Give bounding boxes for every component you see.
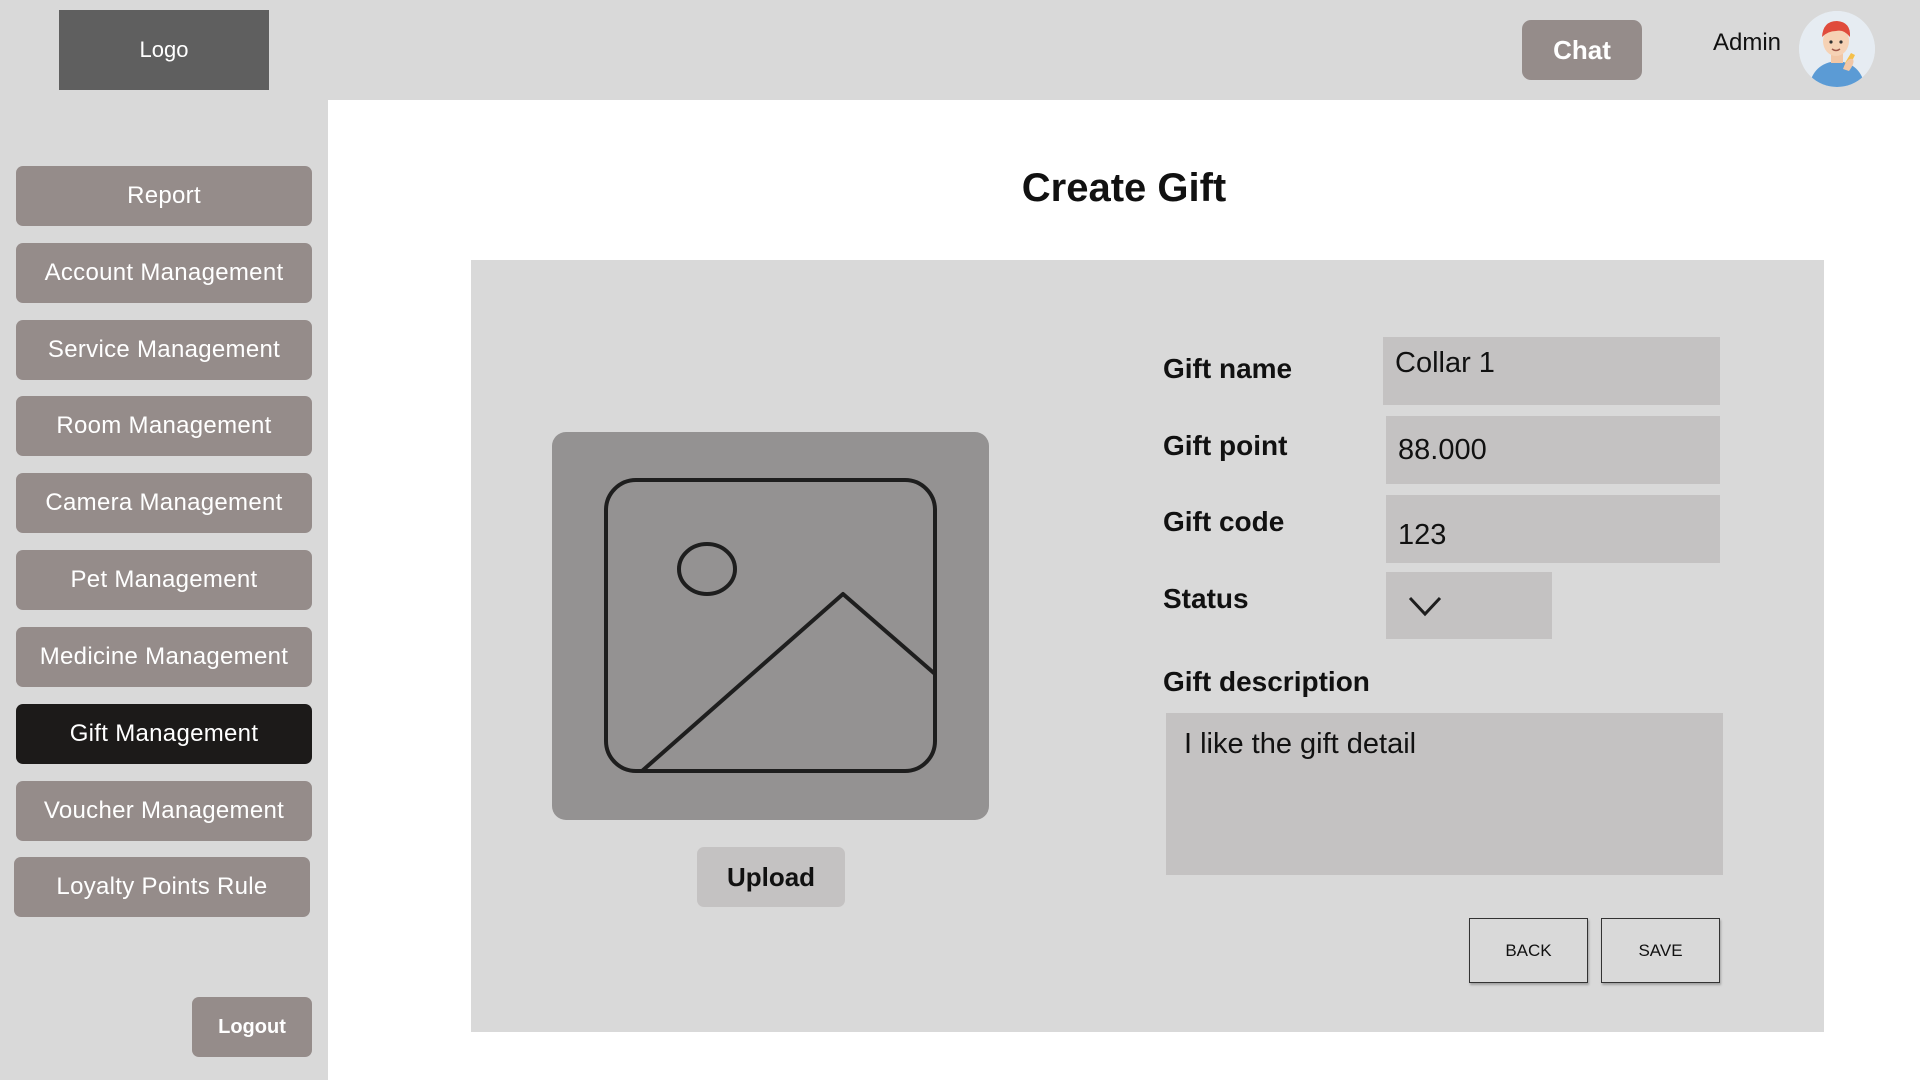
gift-name-label: Gift name xyxy=(1163,353,1293,384)
sidebar-item-pet-management[interactable]: Pet Management xyxy=(16,550,312,610)
logo: Logo xyxy=(59,10,269,90)
logout-button[interactable]: Logout xyxy=(192,997,312,1057)
save-button[interactable]: SAVE xyxy=(1601,918,1720,983)
gift-description-label: Gift description xyxy=(1163,666,1370,697)
gift-code-input[interactable]: 123 xyxy=(1386,495,1720,563)
sidebar-item-voucher-management[interactable]: Voucher Management xyxy=(16,781,312,841)
sidebar-item-account-management[interactable]: Account Management xyxy=(16,243,312,303)
sidebar-item-room-management[interactable]: Room Management xyxy=(16,396,312,456)
status-label: Status xyxy=(1163,583,1249,614)
gift-point-label: Gift point xyxy=(1163,430,1288,461)
gift-code-label: Gift code xyxy=(1163,506,1285,537)
sidebar-item-medicine-management[interactable]: Medicine Management xyxy=(16,627,312,687)
user-name: Admin xyxy=(1713,29,1782,56)
image-placeholder-icon xyxy=(604,478,937,773)
chevron-down-icon xyxy=(1408,596,1442,617)
gift-point-input[interactable]: 88.000 xyxy=(1386,416,1720,484)
status-select[interactable] xyxy=(1386,572,1552,639)
sidebar-item-gift-management[interactable]: Gift Management xyxy=(16,704,312,764)
chat-button[interactable]: Chat xyxy=(1522,20,1642,80)
sidebar-item-report[interactable]: Report xyxy=(16,166,312,226)
sidebar-item-camera-management[interactable]: Camera Management xyxy=(16,473,312,533)
gift-name-input[interactable]: Collar 1 xyxy=(1383,337,1720,405)
gift-description-input[interactable]: I like the gift detail xyxy=(1166,713,1723,875)
back-button[interactable]: BACK xyxy=(1469,918,1588,983)
page-title: Create Gift xyxy=(1021,166,1227,210)
sidebar-item-loyalty-points-rule[interactable]: Loyalty Points Rule xyxy=(14,857,310,917)
upload-button[interactable]: Upload xyxy=(697,847,845,907)
avatar[interactable] xyxy=(1799,11,1875,87)
avatar-illustration xyxy=(1799,11,1875,87)
sidebar-item-service-management[interactable]: Service Management xyxy=(16,320,312,380)
image-preview[interactable] xyxy=(552,432,989,820)
top-bar: Logo Chat Admin xyxy=(0,0,1920,100)
